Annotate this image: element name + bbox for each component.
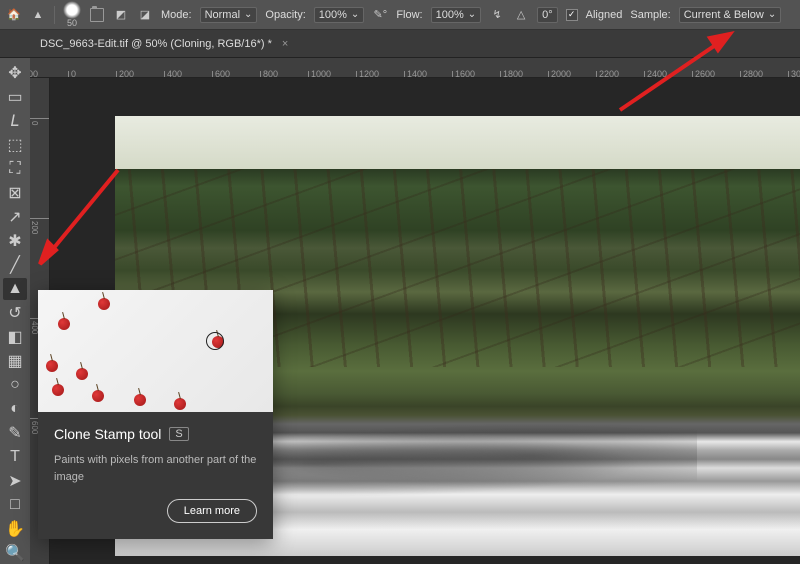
tool-history-brush[interactable]: ↺	[3, 302, 27, 324]
ruler-tick: 1400	[404, 71, 427, 77]
tool-shape[interactable]: □	[3, 494, 27, 516]
tool-clone-stamp[interactable]: ▲	[3, 278, 27, 300]
close-tab-icon[interactable]: ×	[282, 38, 288, 50]
ruler-tick: 0	[30, 118, 49, 125]
ruler-tick: 2800	[740, 71, 763, 77]
brush-settings-icon[interactable]: ◩	[113, 7, 129, 23]
tool-dodge[interactable]: ◐	[3, 398, 27, 420]
aligned-label: Aligned	[586, 9, 623, 21]
tool-eraser[interactable]: ◧	[3, 326, 27, 348]
opacity-input[interactable]: 100%	[314, 7, 365, 23]
opacity-pressure-icon[interactable]: ✎°	[372, 7, 388, 23]
tool-object-select[interactable]: ⬚	[3, 134, 27, 156]
tool-gradient[interactable]: ▦	[3, 350, 27, 372]
flow-input[interactable]: 100%	[431, 7, 482, 23]
ruler-tick: 800	[260, 71, 278, 77]
tooltip-description: Paints with pixels from another part of …	[54, 452, 257, 485]
ruler-tick: 200	[30, 71, 38, 77]
tool-blur[interactable]: ○	[3, 374, 27, 396]
sample-label: Sample:	[630, 9, 670, 21]
tool-tooltip: Clone Stamp tool S Paints with pixels fr…	[38, 290, 273, 539]
tool-pen[interactable]: ✎	[3, 422, 27, 444]
brush-preview[interactable]: 50	[63, 1, 81, 28]
tool-crop[interactable]: ⛶	[3, 158, 27, 180]
ruler-tick: 200	[116, 71, 134, 77]
mode-label: Mode:	[161, 9, 192, 21]
ruler-tick: 0	[68, 71, 76, 77]
clone-cursor-icon	[206, 332, 224, 350]
sample-dropdown[interactable]: Current & Below	[679, 7, 781, 23]
learn-more-button[interactable]: Learn more	[167, 499, 257, 523]
options-bar: 🏠 ▲ 50 ◩ ◪ Mode: Normal Opacity: 100% ✎°…	[0, 0, 800, 30]
tool-move[interactable]: ✥	[3, 62, 27, 84]
tool-zoom[interactable]: 🔍	[3, 542, 27, 564]
tooltip-shortcut: S	[169, 427, 188, 441]
flow-label: Flow:	[396, 9, 422, 21]
ruler-tick: 600	[212, 71, 230, 77]
tooltip-title: Clone Stamp tool	[54, 426, 161, 442]
ruler-tick: 3000	[788, 71, 800, 77]
tools-panel: ✥▭𝘓⬚⛶⊠↗✱╱▲↺◧▦○◐✎T➤□✋🔍	[0, 58, 30, 564]
tool-type[interactable]: T	[3, 446, 27, 468]
home-icon[interactable]: 🏠	[6, 7, 22, 23]
ruler-tick: 1000	[308, 71, 331, 77]
tool-lasso[interactable]: 𝘓	[3, 110, 27, 132]
annotation-arrow-left	[38, 160, 138, 270]
tool-eyedropper[interactable]: ↗	[3, 206, 27, 228]
tool-brush[interactable]: ╱	[3, 254, 27, 276]
tool-healing[interactable]: ✱	[3, 230, 27, 252]
tool-hand[interactable]: ✋	[3, 518, 27, 540]
tool-path-select[interactable]: ➤	[3, 470, 27, 492]
airbrush-icon[interactable]: ↯	[489, 7, 505, 23]
opacity-label: Opacity:	[265, 9, 305, 21]
angle-input[interactable]: 0°	[537, 7, 558, 23]
document-tab[interactable]: DSC_9663-Edit.tif @ 50% (Cloning, RGB/16…	[40, 38, 272, 50]
brush-panel-icon[interactable]	[89, 7, 105, 23]
ruler-tick: 1800	[500, 71, 523, 77]
brush-toggle-icon[interactable]: ◪	[137, 7, 153, 23]
ruler-tick: 2000	[548, 71, 571, 77]
ruler-tick: 1200	[356, 71, 379, 77]
ruler-tick: 400	[164, 71, 182, 77]
mode-dropdown[interactable]: Normal	[200, 7, 258, 23]
annotation-arrow-right	[610, 30, 740, 120]
angle-icon: △	[513, 7, 529, 23]
ruler-tick: 1600	[452, 71, 475, 77]
aligned-checkbox[interactable]: ✓	[566, 9, 578, 21]
tooltip-preview	[38, 290, 273, 412]
tool-marquee[interactable]: ▭	[3, 86, 27, 108]
tool-frame[interactable]: ⊠	[3, 182, 27, 204]
tool-preset-icon[interactable]: ▲	[30, 7, 46, 23]
